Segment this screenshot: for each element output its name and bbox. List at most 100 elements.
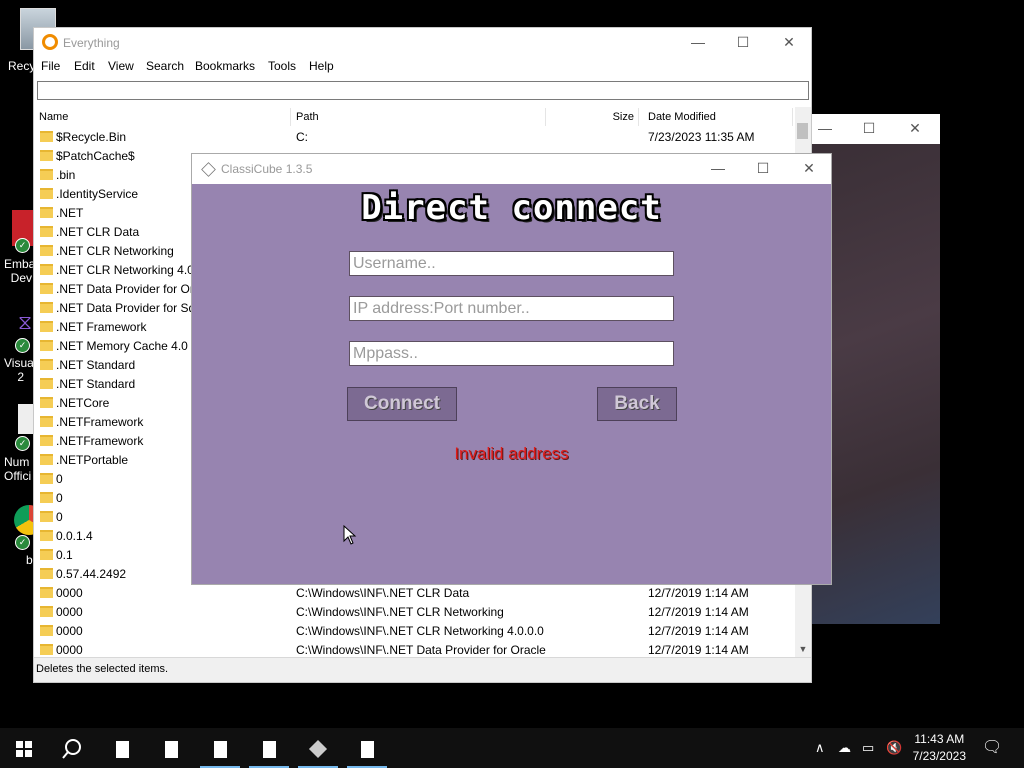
- menu-file[interactable]: File: [41, 59, 60, 73]
- table-row[interactable]: 0000 C:\Windows\INF\.NET Data Provider fo…: [34, 641, 794, 660]
- table-row[interactable]: 0000 C:\Windows\INF\.NET CLR Networking 4…: [34, 622, 794, 641]
- background-window-titlebar[interactable]: — ☐ ✕: [812, 114, 940, 144]
- menu-tools[interactable]: Tools: [268, 59, 296, 73]
- folder-icon: [40, 625, 53, 636]
- status-text: Deletes the selected items.: [36, 663, 169, 675]
- classicube-window[interactable]: ClassiCube 1.3.5 — ☐ ✕ Direct connect Us…: [191, 153, 832, 585]
- menu-bar: File Edit View Search Bookmarks Tools He…: [34, 56, 811, 78]
- close-button[interactable]: ✕: [786, 154, 832, 182]
- folder-icon: [40, 492, 53, 503]
- table-row[interactable]: $Recycle.Bin C: 7/23/2023 11:35 AM: [34, 128, 794, 147]
- classicube-titlebar[interactable]: ClassiCube 1.3.5 — ☐ ✕: [192, 154, 831, 184]
- ip-address-input[interactable]: IP address:Port number..: [349, 296, 674, 321]
- column-header-name[interactable]: Name: [39, 108, 291, 126]
- close-button[interactable]: ✕: [766, 28, 812, 56]
- cube-icon: [308, 740, 328, 759]
- magnifier-icon: [42, 34, 58, 50]
- menu-help[interactable]: Help: [309, 59, 334, 73]
- taskbar-app-5[interactable]: [343, 728, 391, 768]
- minimize-button[interactable]: —: [675, 28, 721, 56]
- close-button[interactable]: ✕: [892, 114, 938, 142]
- error-message: Invalid address: [454, 444, 569, 463]
- folder-icon: [40, 207, 53, 218]
- folder-icon: [40, 473, 53, 484]
- shortcut-check-icon: ✓: [15, 436, 30, 451]
- chevron-up-icon[interactable]: ∧: [815, 728, 825, 768]
- row-name: 0000: [56, 643, 83, 657]
- row-date: 12/7/2019 1:14 AM: [648, 624, 749, 638]
- search-input[interactable]: [37, 81, 809, 100]
- folder-icon: [40, 397, 53, 408]
- connect-button[interactable]: Connect: [347, 387, 457, 421]
- document-icon: [164, 740, 178, 758]
- window-title: ClassiCube 1.3.5: [221, 162, 313, 176]
- window-title: Everything: [63, 36, 120, 50]
- menu-search[interactable]: Search: [146, 59, 184, 73]
- row-path: C:\Windows\INF\.NET CLR Networking 4.0.0…: [296, 624, 544, 638]
- volume-muted-icon[interactable]: 🔇: [886, 728, 902, 768]
- row-name: 0000: [56, 624, 83, 638]
- maximize-button[interactable]: ☐: [846, 114, 892, 142]
- classicube-cube-icon: [201, 162, 216, 177]
- row-name: 0000: [56, 605, 83, 619]
- scroll-thumb[interactable]: [797, 123, 808, 139]
- desktop-label-embarcadero: Emba Dev: [4, 257, 36, 285]
- folder-icon: [40, 302, 53, 313]
- folder-icon: [40, 587, 53, 598]
- table-row[interactable]: 0000 C:\Windows\INF\.NET CLR Data 12/7/201…: [34, 584, 794, 603]
- taskbar-app-2[interactable]: [147, 728, 195, 768]
- desktop-label-visual: Visua 2: [4, 356, 34, 384]
- taskbar-app-1[interactable]: [98, 728, 146, 768]
- row-path: C:\Windows\INF\.NET Data Provider for Or…: [296, 643, 546, 657]
- folder-icon: [40, 644, 53, 655]
- column-header-date[interactable]: Date Modified: [648, 108, 793, 126]
- document-icon: [213, 740, 227, 758]
- document-icon: [360, 740, 374, 758]
- folder-icon: [40, 530, 53, 541]
- row-name: $Recycle.Bin: [56, 130, 127, 144]
- search-icon: [62, 739, 81, 759]
- document-icon: [115, 740, 129, 758]
- folder-icon: [40, 359, 53, 370]
- maximize-button[interactable]: ☐: [740, 154, 786, 182]
- notification-icon[interactable]: 🗨: [982, 728, 1002, 768]
- folder-icon: [40, 549, 53, 560]
- clock[interactable]: 11:43 AM 7/23/2023: [913, 731, 966, 765]
- mouse-cursor-icon: [343, 525, 357, 545]
- folder-icon: [40, 511, 53, 522]
- display-icon[interactable]: ▭: [862, 728, 874, 768]
- taskbar-app-3[interactable]: [196, 728, 244, 768]
- folder-icon: [40, 435, 53, 446]
- folder-icon: [40, 131, 53, 142]
- taskbar-app-4[interactable]: [245, 728, 293, 768]
- folder-icon: [40, 606, 53, 617]
- start-button[interactable]: [0, 728, 48, 768]
- username-input[interactable]: Username..: [349, 251, 674, 276]
- search-button[interactable]: [48, 728, 96, 768]
- menu-view[interactable]: View: [108, 59, 134, 73]
- menu-edit[interactable]: Edit: [74, 59, 95, 73]
- network-icon[interactable]: ☁: [838, 728, 851, 768]
- minimize-button[interactable]: —: [695, 154, 741, 182]
- column-header-size[interactable]: Size: [546, 108, 639, 126]
- desktop-label-b: b: [26, 553, 33, 567]
- folder-icon: [40, 454, 53, 465]
- folder-icon: [40, 264, 53, 275]
- folder-icon: [40, 568, 53, 579]
- folder-icon: [40, 340, 53, 351]
- scroll-down-arrow-icon[interactable]: ▼: [797, 644, 809, 656]
- folder-icon: [40, 150, 53, 161]
- everything-titlebar[interactable]: Everything — ☐ ✕: [34, 28, 811, 56]
- menu-bookmarks[interactable]: Bookmarks: [195, 59, 255, 73]
- clock-date: 7/23/2023: [912, 749, 966, 763]
- back-button[interactable]: Back: [597, 387, 677, 421]
- folder-icon: [40, 245, 53, 256]
- mppass-input[interactable]: Mppass..: [349, 341, 674, 366]
- maximize-button[interactable]: ☐: [720, 28, 766, 56]
- column-header-path[interactable]: Path: [296, 108, 546, 126]
- folder-icon: [40, 169, 53, 180]
- table-row[interactable]: 0000 C:\Windows\INF\.NET CLR Networking 12…: [34, 603, 794, 622]
- folder-icon: [40, 416, 53, 427]
- taskbar-app-classicube[interactable]: [294, 728, 342, 768]
- shortcut-check-icon: ✓: [15, 238, 30, 253]
